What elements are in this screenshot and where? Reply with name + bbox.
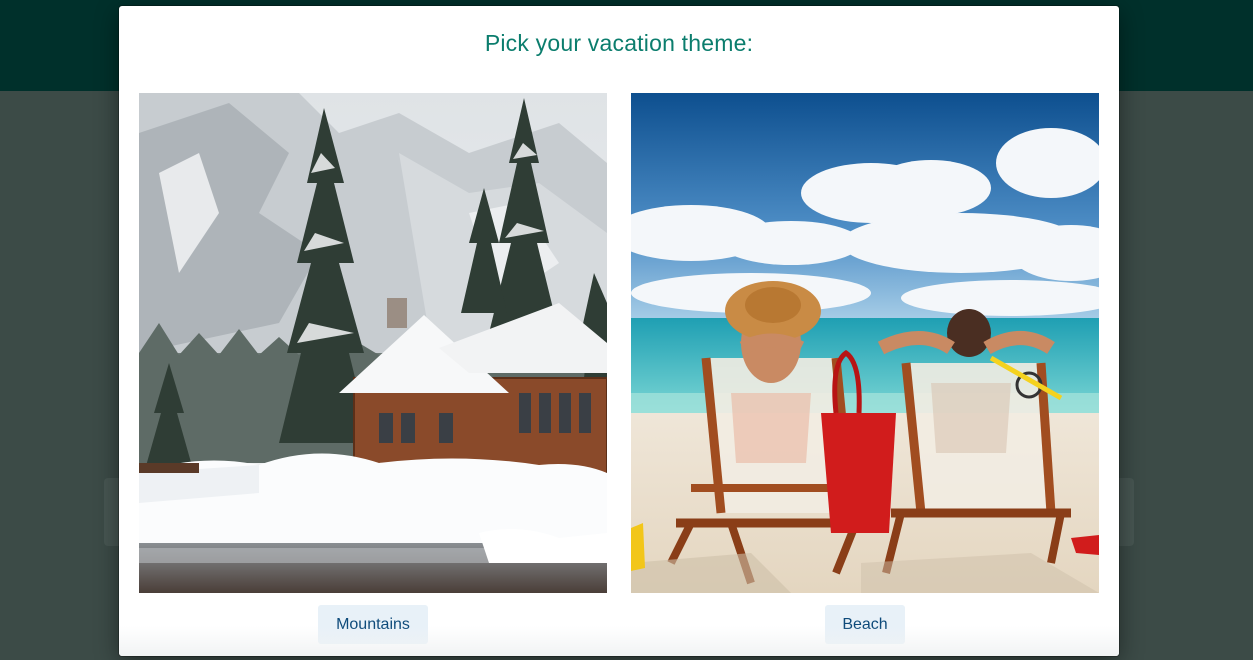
modal-title: Pick your vacation theme: — [484, 30, 754, 56]
vacation-theme-modal: Pick your vacation theme: Mountains Beac… — [119, 6, 1119, 656]
mountains-button[interactable]: Mountains — [318, 605, 428, 644]
option-mountains: Mountains — [139, 93, 607, 653]
beach-button[interactable]: Beach — [825, 605, 905, 644]
option-beach: Beach — [631, 93, 1099, 653]
mountains-photo[interactable] — [139, 93, 607, 593]
beach-photo[interactable] — [631, 93, 1099, 593]
